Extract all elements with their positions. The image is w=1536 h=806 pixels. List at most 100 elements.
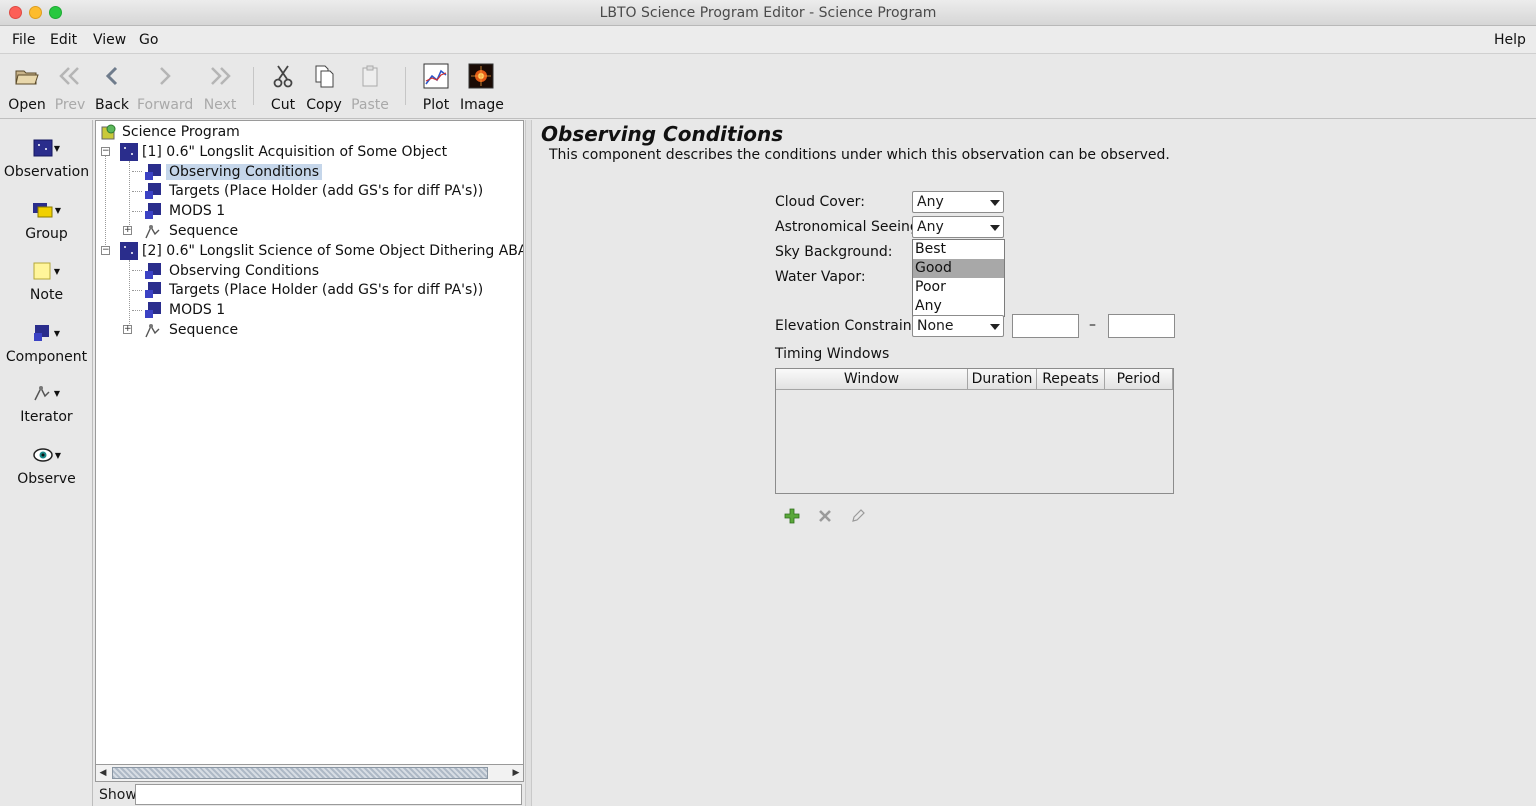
remove-icon xyxy=(819,510,831,522)
tree-item-observing-conditions[interactable]: Observing Conditions xyxy=(144,162,323,182)
scroll-right-arrow-icon[interactable]: ▶ xyxy=(509,765,523,781)
cloud-cover-label: Cloud Cover: xyxy=(775,194,865,210)
iterator-icon xyxy=(144,321,162,339)
plot-icon xyxy=(420,61,452,91)
tree-horizontal-scrollbar[interactable]: ◀ ▶ xyxy=(95,764,524,782)
tree-item-targets[interactable]: Targets (Place Holder (add GS's for diff… xyxy=(144,280,486,300)
tree-node-label: [2] 0.6" Longslit Science of Some Object… xyxy=(142,243,523,259)
dropdown-option[interactable]: Good xyxy=(913,259,1004,278)
eye-icon: ▼ xyxy=(0,441,93,469)
palette-note-label: Note xyxy=(29,287,64,303)
component-icon xyxy=(144,202,162,220)
image-label: Image xyxy=(460,97,504,113)
column-header-duration[interactable]: Duration xyxy=(968,369,1037,390)
remove-timing-window-button[interactable] xyxy=(815,506,835,526)
tree-connector xyxy=(105,153,106,251)
show-input[interactable] xyxy=(135,784,522,805)
scroll-left-arrow-icon[interactable]: ◀ xyxy=(96,765,110,781)
elevation-max-input[interactable] xyxy=(1108,314,1175,338)
window-title: LBTO Science Program Editor - Science Pr… xyxy=(599,5,937,21)
palette-component[interactable]: ▼ Component xyxy=(0,319,93,365)
editor-description: This component describes the conditions … xyxy=(549,147,1170,163)
iterator-icon: ▼ xyxy=(0,379,93,407)
palette-note[interactable]: ▼ Note xyxy=(0,257,93,303)
elevation-min-input[interactable] xyxy=(1012,314,1079,338)
dropdown-option[interactable]: Any xyxy=(913,297,1004,316)
palette-iterator-label: Iterator xyxy=(20,409,73,425)
add-icon xyxy=(784,508,800,524)
tree-item-sequence[interactable]: Sequence xyxy=(144,221,241,241)
component-icon xyxy=(144,182,162,200)
toolbar-separator xyxy=(405,67,406,105)
elevation-label: Elevation Constraint: xyxy=(775,318,922,334)
collapse-toggle[interactable]: − xyxy=(101,147,110,156)
seeing-select[interactable]: Any xyxy=(912,216,1004,238)
panel-splitter[interactable] xyxy=(525,120,532,806)
column-header-repeats[interactable]: Repeats xyxy=(1037,369,1105,390)
next-button[interactable]: Next xyxy=(202,61,238,115)
scrollbar-thumb[interactable] xyxy=(112,767,488,779)
component-icon xyxy=(144,301,162,319)
tree-node-label: Observing Conditions xyxy=(166,164,323,180)
palette-observe[interactable]: ▼ Observe xyxy=(0,441,93,487)
menu-go[interactable]: Go xyxy=(139,32,158,48)
column-header-period[interactable]: Period xyxy=(1105,369,1173,390)
cut-button[interactable]: Cut xyxy=(268,61,298,115)
edit-timing-window-button[interactable] xyxy=(848,506,868,526)
tree-root-label: Science Program xyxy=(122,124,240,140)
image-button[interactable]: Image xyxy=(460,61,504,115)
next-label: Next xyxy=(203,97,237,113)
menu-view[interactable]: View xyxy=(93,32,126,48)
chevron-right-icon xyxy=(137,61,193,91)
add-timing-window-button[interactable] xyxy=(782,506,802,526)
expand-toggle[interactable]: + xyxy=(123,325,132,334)
seeing-label: Astronomical Seeing: xyxy=(775,219,924,235)
component-icon: ▼ xyxy=(0,319,93,347)
copy-button[interactable]: Copy xyxy=(305,61,343,115)
tree-item-mods[interactable]: MODS 1 xyxy=(144,300,228,320)
tree-node-label: MODS 1 xyxy=(169,302,226,318)
palette-component-label: Component xyxy=(5,349,88,365)
tree-observation-2[interactable]: [2] 0.6" Longslit Science of Some Object… xyxy=(120,241,523,261)
palette-observation[interactable]: ▼ Observation xyxy=(0,134,93,180)
iterator-icon xyxy=(144,222,162,240)
scissors-icon xyxy=(268,61,298,91)
dropdown-option[interactable]: Best xyxy=(913,240,1004,259)
component-icon xyxy=(144,262,162,280)
component-icon xyxy=(144,281,162,299)
timing-windows-table[interactable]: Window Duration Repeats Period xyxy=(775,368,1174,494)
paste-button[interactable]: Paste xyxy=(351,61,389,115)
column-header-window[interactable]: Window xyxy=(776,369,968,390)
tree-node-label: Sequence xyxy=(169,223,239,239)
expand-toggle[interactable]: + xyxy=(123,226,132,235)
observation-icon: ▼ xyxy=(0,134,93,162)
dropdown-option[interactable]: Poor xyxy=(913,278,1004,297)
tree-item-sequence[interactable]: Sequence xyxy=(144,320,241,340)
tree-root[interactable]: Science Program xyxy=(100,122,243,142)
show-filter: Show xyxy=(95,783,524,806)
tree-observation-1[interactable]: [1] 0.6" Longslit Acquisition of Some Ob… xyxy=(120,142,450,162)
tree-connector xyxy=(132,171,142,172)
double-chevron-left-icon xyxy=(53,61,87,91)
cloud-cover-select[interactable]: Any xyxy=(912,191,1004,213)
component-palette: ▼ Observation ▼ Group ▼ Note ▼ Component… xyxy=(0,120,93,806)
prev-button[interactable]: Prev xyxy=(53,61,87,115)
component-editor: Observing Conditions This component desc… xyxy=(533,120,1536,806)
menu-edit[interactable]: Edit xyxy=(50,32,77,48)
palette-iterator[interactable]: ▼ Iterator xyxy=(0,379,93,425)
back-button[interactable]: Back xyxy=(95,61,129,115)
cut-label: Cut xyxy=(270,97,296,113)
elevation-select[interactable]: None xyxy=(912,315,1004,337)
palette-group[interactable]: ▼ Group xyxy=(0,196,93,242)
plot-button[interactable]: Plot xyxy=(420,61,452,115)
back-label: Back xyxy=(95,97,129,113)
tree-item-mods[interactable]: MODS 1 xyxy=(144,201,228,221)
tree-item-observing-conditions[interactable]: Observing Conditions xyxy=(144,261,322,281)
forward-button[interactable]: Forward xyxy=(137,61,193,115)
open-button[interactable]: Open xyxy=(8,61,46,115)
program-tree[interactable]: Science Program − [1] 0.6" Longslit Acqu… xyxy=(95,120,524,782)
tree-item-targets[interactable]: Targets (Place Holder (add GS's for diff… xyxy=(144,181,486,201)
collapse-toggle[interactable]: − xyxy=(101,246,110,255)
menu-file[interactable]: File xyxy=(12,32,35,48)
menu-help[interactable]: Help xyxy=(1494,32,1526,48)
